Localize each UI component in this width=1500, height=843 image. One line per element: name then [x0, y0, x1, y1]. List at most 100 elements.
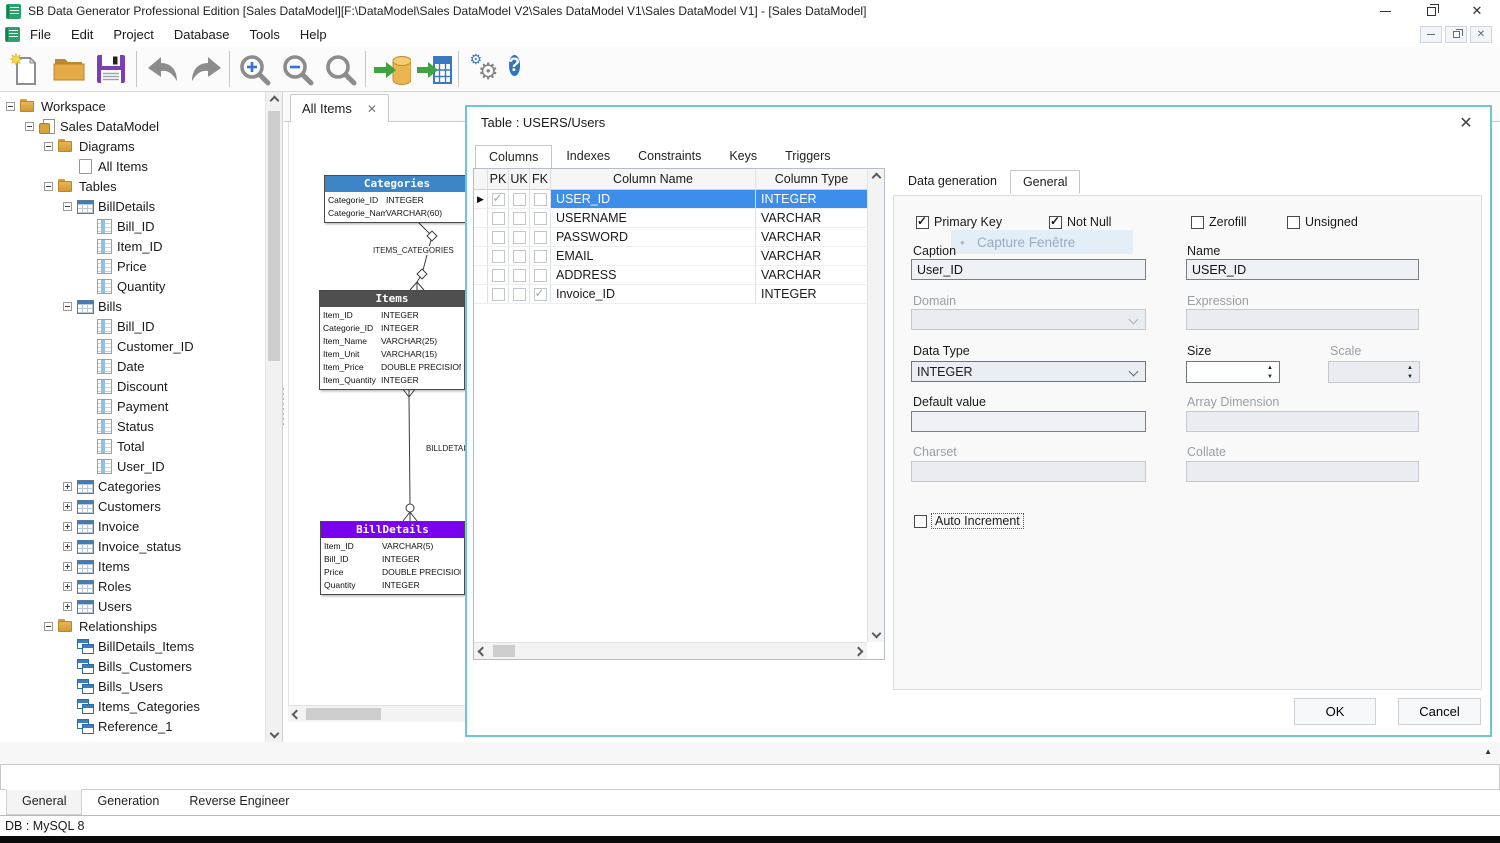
size-spinner[interactable]: ▲▼ — [1186, 361, 1280, 383]
grid-horizontal-scrollbar[interactable] — [474, 642, 867, 659]
dialog-tab-columns[interactable]: Columns — [475, 145, 552, 169]
tree-item-item-id[interactable]: Item_ID — [0, 236, 264, 256]
cell-column-name[interactable]: Invoice_ID — [551, 285, 756, 303]
uk-checkbox[interactable] — [513, 269, 526, 282]
tree-item-items[interactable]: Items — [0, 556, 264, 576]
tree-item-all-items[interactable]: All Items — [0, 156, 264, 176]
tree-expander-plus-icon[interactable] — [63, 562, 72, 571]
pk-checkbox[interactable] — [492, 231, 505, 244]
grid-header-column-name[interactable]: Column Name — [551, 169, 756, 189]
tree-expander-plus-icon[interactable] — [63, 582, 72, 591]
restore-button[interactable] — [1408, 0, 1454, 22]
tree-scrollbar[interactable] — [265, 92, 282, 742]
checkbox-box[interactable] — [916, 216, 929, 229]
tree-item-invoice[interactable]: Invoice — [0, 516, 264, 536]
export-database-button[interactable] — [369, 49, 412, 90]
tab-general[interactable]: General — [1010, 170, 1080, 194]
tree-item-bill-id[interactable]: Bill_ID — [0, 216, 264, 236]
grid-row-username[interactable]: USERNAMEVARCHAR — [474, 209, 867, 228]
grid-header-column-type[interactable]: Column Type — [756, 169, 867, 189]
grid-header-pk[interactable]: PK — [488, 169, 509, 189]
tree-item-customer-id[interactable]: Customer_ID — [0, 336, 264, 356]
auto-increment-checkbox[interactable]: Auto Increment — [914, 513, 1024, 529]
menu-tools[interactable]: Tools — [239, 24, 289, 45]
default-value-field[interactable] — [911, 411, 1146, 432]
menu-edit[interactable]: Edit — [61, 24, 103, 45]
fk-checkbox[interactable] — [534, 250, 547, 263]
grid-row-user-id[interactable]: ▶USER_IDINTEGER — [474, 190, 867, 209]
ok-button[interactable]: OK — [1294, 698, 1376, 725]
uk-checkbox[interactable] — [513, 212, 526, 225]
checkbox-primary-key[interactable]: Primary Key — [916, 215, 1002, 229]
menu-database[interactable]: Database — [164, 24, 240, 45]
cell-column-name[interactable]: EMAIL — [551, 247, 756, 265]
tree-expander-minus-icon[interactable] — [25, 122, 34, 131]
tree-item-customers[interactable]: Customers — [0, 496, 264, 516]
tree-item-invoice-status[interactable]: Invoice_status — [0, 536, 264, 556]
mdi-minimize-button[interactable] — [1420, 26, 1442, 43]
checkbox-not-null[interactable]: Not Null — [1049, 215, 1111, 229]
tree-expander-plus-icon[interactable] — [63, 502, 72, 511]
data-type-select[interactable]: INTEGER — [911, 361, 1146, 382]
zoom-button[interactable] — [319, 49, 362, 90]
export-table-button[interactable] — [412, 49, 455, 90]
zoom-out-button[interactable] — [276, 49, 319, 90]
tree-expander-plus-icon[interactable] — [63, 602, 72, 611]
tree-item-status[interactable]: Status — [0, 416, 264, 436]
pk-checkbox[interactable] — [492, 250, 505, 263]
menu-file[interactable]: File — [20, 24, 61, 45]
grid-header-uk[interactable]: UK — [509, 169, 530, 189]
zoom-in-button[interactable] — [233, 49, 276, 90]
tree-expander-minus-icon[interactable] — [44, 142, 53, 151]
dialog-close-button[interactable]: ✕ — [1454, 113, 1478, 133]
checkbox-box[interactable] — [914, 515, 927, 528]
tree-item-items-categories[interactable]: Items_Categories — [0, 696, 264, 716]
open-folder-button[interactable] — [47, 49, 90, 90]
grid-header-fk[interactable]: FK — [530, 169, 551, 189]
tree-item-bills-users[interactable]: Bills_Users — [0, 676, 264, 696]
fk-checkbox[interactable] — [534, 212, 547, 225]
fk-checkbox[interactable] — [534, 269, 547, 282]
tree-item-bills-customers[interactable]: Bills_Customers — [0, 656, 264, 676]
pk-checkbox[interactable] — [492, 193, 505, 206]
grid-row-address[interactable]: ADDRESSVARCHAR — [474, 266, 867, 285]
scroll-down-icon[interactable] — [266, 725, 283, 742]
checkbox-box[interactable] — [1287, 216, 1300, 229]
checkbox-box[interactable] — [1191, 216, 1204, 229]
cell-column-type[interactable]: INTEGER — [756, 285, 867, 303]
bottom-tab-reverse-engineer[interactable]: Reverse Engineer — [174, 790, 304, 815]
grid-row-password[interactable]: PASSWORDVARCHAR — [474, 228, 867, 247]
uk-checkbox[interactable] — [513, 250, 526, 263]
scroll-thumb[interactable] — [493, 645, 515, 657]
tree-item-roles[interactable]: Roles — [0, 576, 264, 596]
tree-item-quantity[interactable]: Quantity — [0, 276, 264, 296]
tab-data-generation[interactable]: Data generation — [895, 169, 1010, 193]
cell-column-type[interactable]: VARCHAR — [756, 228, 867, 246]
grid-vertical-scrollbar[interactable] — [867, 169, 884, 642]
redo-button[interactable] — [183, 49, 226, 90]
dialog-tab-triggers[interactable]: Triggers — [771, 144, 844, 168]
tree-item-relationships[interactable]: Relationships — [0, 616, 264, 636]
close-button[interactable]: ✕ — [1454, 0, 1500, 22]
tree-item-users[interactable]: Users — [0, 596, 264, 616]
tab-all-items[interactable]: All Items ✕ — [290, 94, 389, 122]
save-button[interactable] — [90, 49, 133, 90]
dialog-tab-indexes[interactable]: Indexes — [552, 144, 624, 168]
settings-button[interactable]: ⚙⚙ — [462, 49, 505, 90]
bottom-tab-generation[interactable]: Generation — [82, 790, 174, 815]
cell-column-type[interactable]: VARCHAR — [756, 266, 867, 284]
caption-field[interactable] — [911, 259, 1146, 280]
tree-item-diagrams[interactable]: Diagrams — [0, 136, 264, 156]
tree-expander-plus-icon[interactable] — [63, 522, 72, 531]
uk-checkbox[interactable] — [513, 231, 526, 244]
pk-checkbox[interactable] — [492, 212, 505, 225]
fk-checkbox[interactable] — [534, 231, 547, 244]
cell-column-type[interactable]: VARCHAR — [756, 247, 867, 265]
scroll-left-icon[interactable] — [474, 643, 491, 660]
fk-checkbox[interactable] — [534, 193, 547, 206]
tree-expander-minus-icon[interactable] — [6, 102, 15, 111]
diagram-table-categories[interactable]: CategoriesCategorie_IDINTEGERCategorie_N… — [324, 175, 470, 223]
tree-expander-minus-icon[interactable] — [63, 302, 72, 311]
pk-checkbox[interactable] — [492, 269, 505, 282]
help-button[interactable]: ? — [505, 49, 548, 90]
